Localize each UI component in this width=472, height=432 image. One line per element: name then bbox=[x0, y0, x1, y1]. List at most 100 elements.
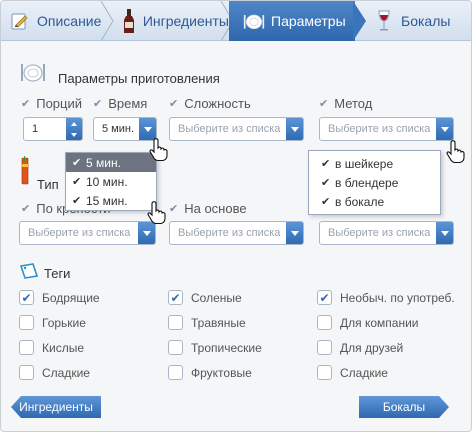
wizard-window: Описание Ингредиенты Параметры Бокалы Па… bbox=[0, 0, 472, 432]
base-select[interactable]: Выберите из списка bbox=[169, 221, 304, 245]
tab-parameters[interactable]: Параметры bbox=[229, 1, 366, 41]
time-option-label: 10 мин. bbox=[86, 174, 128, 189]
chevron-down-icon[interactable] bbox=[286, 118, 303, 140]
tag-label: Сладкие bbox=[42, 365, 90, 380]
cocktail-icon bbox=[19, 156, 31, 191]
tag-checkbox-row[interactable]: ✔ Необыч. по употреб. bbox=[317, 290, 455, 305]
tab-active-arrow bbox=[353, 1, 366, 41]
section-title-type: Тип bbox=[37, 177, 59, 192]
check-icon: ✔ bbox=[321, 196, 331, 208]
stepper-up-button[interactable] bbox=[66, 118, 82, 129]
checkbox[interactable]: ✔ bbox=[317, 290, 332, 305]
tag-label: Необыч. по употреб. bbox=[340, 290, 455, 305]
checkbox[interactable] bbox=[168, 315, 183, 330]
tab-ingredients-label: Ингредиенты bbox=[142, 13, 229, 29]
tab-description[interactable]: Описание bbox=[1, 1, 114, 41]
tab-glasses-label: Бокалы bbox=[401, 13, 451, 29]
method-option[interactable]: ✔ в блендере bbox=[309, 173, 440, 192]
tag-label: Травяные bbox=[191, 315, 246, 330]
complexity-select[interactable]: Выберите из списка bbox=[169, 117, 304, 141]
chevron-down-icon[interactable] bbox=[436, 118, 453, 140]
check-icon: ✔ bbox=[319, 290, 330, 305]
type-third-select[interactable]: Выберите из списка bbox=[319, 221, 454, 245]
time-option-label: 15 мин. bbox=[86, 193, 128, 208]
checkbox[interactable] bbox=[168, 340, 183, 355]
checkbox[interactable] bbox=[19, 340, 34, 355]
section-title-tags: Теги bbox=[44, 266, 71, 281]
time-option[interactable]: ✔ 10 мин. bbox=[66, 172, 156, 191]
strength-select[interactable]: Выберите из списка bbox=[19, 221, 156, 245]
checkbox[interactable] bbox=[317, 365, 332, 380]
time-select-value: 5 мин. bbox=[102, 123, 135, 135]
time-option-label: 5 мин. bbox=[86, 155, 121, 170]
check-icon: ✔ bbox=[21, 203, 31, 215]
complexity-label: ✔ Сложность bbox=[169, 96, 251, 111]
next-button-label: Бокалы bbox=[382, 400, 426, 414]
portions-value: 1 bbox=[32, 123, 39, 135]
tag-checkbox-row[interactable]: Травяные bbox=[168, 315, 246, 330]
stepper-down-button[interactable] bbox=[66, 129, 82, 140]
method-label: ✔ Метод bbox=[319, 96, 373, 111]
tag-label: Фруктовые bbox=[191, 365, 252, 380]
check-icon: ✔ bbox=[321, 177, 331, 189]
checkbox[interactable] bbox=[168, 365, 183, 380]
method-option[interactable]: ✔ в бокале bbox=[309, 192, 440, 211]
checkbox[interactable] bbox=[317, 315, 332, 330]
method-option-label: в шейкере bbox=[335, 156, 394, 171]
strength-placeholder: Выберите из списка bbox=[28, 227, 131, 239]
check-icon: ✔ bbox=[72, 157, 82, 169]
next-button[interactable]: Бокалы bbox=[359, 396, 449, 418]
section-title-prep: Параметры приготовления bbox=[58, 71, 220, 86]
checkbox[interactable] bbox=[19, 365, 34, 380]
time-option[interactable]: ✔ 5 мин. bbox=[66, 153, 156, 172]
time-label: ✔ Время bbox=[93, 96, 148, 111]
wizard-tabs: Описание Ингредиенты Параметры Бокалы bbox=[1, 1, 471, 41]
tag-checkbox-row[interactable]: Тропические bbox=[168, 340, 262, 355]
check-icon: ✔ bbox=[319, 98, 329, 110]
chevron-down-icon[interactable] bbox=[286, 222, 303, 244]
tag-checkbox-row[interactable]: Кислые bbox=[19, 340, 84, 355]
tag-label: Горькие bbox=[42, 315, 86, 330]
tag-checkbox-row[interactable]: Сладкие bbox=[317, 365, 388, 380]
time-dropdown: ✔ 5 мин. ✔ 10 мин. ✔ 15 мин. bbox=[65, 152, 157, 211]
method-option[interactable]: ✔ в шейкере bbox=[309, 154, 440, 173]
check-icon: ✔ bbox=[169, 203, 179, 215]
portions-stepper[interactable]: 1 bbox=[23, 117, 83, 141]
hand-cursor-icon bbox=[147, 201, 166, 224]
bottle-icon bbox=[121, 9, 137, 33]
tag-checkbox-row[interactable]: ✔ Соленые bbox=[168, 290, 242, 305]
tab-ingredients[interactable]: Ингредиенты bbox=[109, 1, 234, 41]
checkbox[interactable]: ✔ bbox=[168, 290, 183, 305]
back-button-label: Ингредиенты bbox=[19, 400, 93, 414]
method-option-label: в бокале bbox=[335, 194, 385, 209]
tag-label: Соленые bbox=[191, 290, 242, 305]
method-placeholder: Выберите из списка bbox=[328, 123, 431, 135]
check-icon: ✔ bbox=[21, 290, 32, 305]
tag-label: Бодрящие bbox=[42, 290, 100, 305]
chevron-down-icon[interactable] bbox=[436, 222, 453, 244]
method-dropdown: ✔ в шейкере ✔ в блендере ✔ в бокале bbox=[308, 150, 441, 215]
chevron-down-icon[interactable] bbox=[138, 222, 155, 244]
tag-checkbox-row[interactable]: ✔ Бодрящие bbox=[19, 290, 100, 305]
tab-parameters-label: Параметры bbox=[271, 13, 346, 29]
wine-glass-icon bbox=[373, 9, 395, 33]
tag-checkbox-row[interactable]: Фруктовые bbox=[168, 365, 252, 380]
tag-icon bbox=[19, 263, 39, 282]
time-option[interactable]: ✔ 15 мин. bbox=[66, 191, 156, 210]
type-third-placeholder: Выберите из списка bbox=[328, 227, 431, 239]
tag-checkbox-row[interactable]: Горькие bbox=[19, 315, 86, 330]
tag-checkbox-row[interactable]: Для компании bbox=[317, 315, 418, 330]
tag-checkbox-row[interactable]: Сладкие bbox=[19, 365, 90, 380]
back-button[interactable]: Ингредиенты bbox=[11, 396, 101, 418]
pencil-icon bbox=[9, 9, 31, 33]
time-select[interactable]: 5 мин. bbox=[93, 117, 157, 141]
method-select[interactable]: Выберите из списка bbox=[319, 117, 454, 141]
check-icon: ✔ bbox=[169, 98, 179, 110]
tab-glasses[interactable]: Бокалы bbox=[355, 1, 465, 41]
plate-icon bbox=[19, 61, 47, 86]
tag-checkbox-row[interactable]: Для друзей bbox=[317, 340, 403, 355]
checkbox[interactable] bbox=[19, 315, 34, 330]
check-icon: ✔ bbox=[72, 176, 82, 188]
checkbox[interactable] bbox=[317, 340, 332, 355]
checkbox[interactable]: ✔ bbox=[19, 290, 34, 305]
